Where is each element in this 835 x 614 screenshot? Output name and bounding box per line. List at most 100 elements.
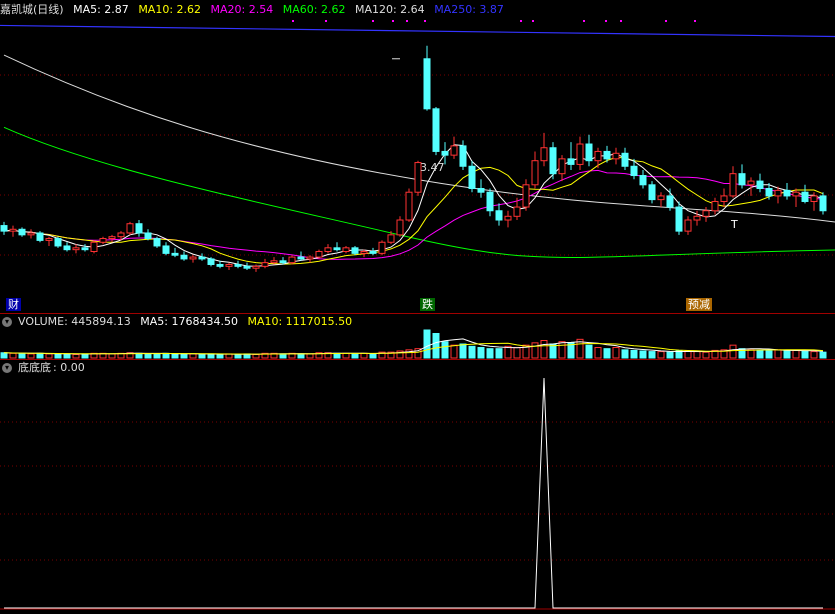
ma250-line [0, 24, 835, 38]
volume-bar [468, 345, 476, 359]
volume-bar [9, 352, 17, 359]
volume-bar [603, 348, 611, 359]
volume-bar [450, 344, 458, 359]
candle-body [711, 200, 719, 212]
volume-bar [0, 352, 8, 359]
candle-body [783, 189, 791, 197]
candle-body [90, 241, 98, 253]
ma5-label: MA5: 2.87 [73, 3, 129, 16]
candle-body [756, 180, 764, 190]
candle-body [540, 147, 548, 162]
volume-bar [648, 351, 656, 359]
volume-bar [495, 348, 503, 359]
stock-title: 嘉凯城(日线) [0, 3, 64, 16]
candle-body [684, 219, 692, 232]
candle-body [369, 251, 377, 254]
candle-body [297, 256, 305, 260]
candle-body [54, 238, 62, 247]
price-header: 嘉凯城(日线) MA5: 2.87 MA10: 2.62 MA20: 2.54 … [0, 2, 510, 18]
header-dot-marker [583, 20, 585, 22]
candle-body [252, 265, 260, 269]
volume-bar [45, 353, 53, 359]
volume-bar [54, 353, 62, 359]
collapse-icon[interactable]: ▾ [2, 316, 12, 327]
candle-body [306, 256, 314, 260]
volume-bar [594, 347, 602, 359]
candle-body [801, 191, 809, 202]
volume-bar [801, 350, 809, 359]
volume-bar [144, 353, 152, 359]
candle-body [558, 158, 566, 175]
candle-body [261, 262, 269, 267]
volume-bar [810, 351, 818, 359]
collapse-icon[interactable]: ▾ [2, 362, 12, 373]
volume-bar [639, 350, 647, 359]
candle-body [171, 252, 179, 256]
candle-body [504, 215, 512, 221]
volume-label: VOLUME: 445894.13 [18, 315, 131, 328]
header-dot-marker [325, 20, 327, 22]
high-price-label: 3.47 [420, 161, 445, 174]
candle-body [387, 234, 395, 243]
candle-body [324, 247, 332, 253]
header-dot-marker [620, 20, 622, 22]
volume-bar [756, 349, 764, 359]
header-dot-marker [372, 20, 374, 22]
volume-bar [612, 347, 620, 359]
candle-body [693, 215, 701, 221]
volume-bar [342, 352, 350, 359]
candle-body [162, 245, 170, 254]
candle-body [720, 195, 728, 202]
candle-body [792, 191, 800, 197]
header-dot-marker [532, 20, 534, 22]
volume-bar [306, 353, 314, 359]
candle-body [153, 238, 161, 247]
indicator-line [4, 377, 823, 609]
candle-body [360, 251, 368, 254]
volume-bar [432, 333, 440, 359]
candle-body [621, 152, 629, 167]
candle-body [135, 223, 143, 234]
header-dot-marker [392, 20, 394, 22]
volume-bar [198, 354, 206, 359]
volume-bar [351, 353, 359, 359]
tag-die[interactable]: 跌 [420, 298, 435, 311]
candle-body [315, 251, 323, 258]
candle-body [594, 150, 602, 162]
tag-cai[interactable]: 财 [6, 298, 21, 311]
volume-bar [666, 351, 674, 359]
candle-body [333, 247, 341, 251]
candle-body [288, 256, 296, 264]
tag-yujian[interactable]: 预减 [686, 298, 712, 311]
candle-body [774, 189, 782, 197]
ma120-label: MA120: 2.64 [354, 3, 425, 16]
volume-bar [405, 349, 413, 359]
volume-bar [333, 352, 341, 359]
volume-bar [234, 354, 242, 359]
volume-bar [783, 350, 791, 359]
ma60-label: MA60: 2.62 [282, 3, 346, 16]
candle-body [486, 191, 494, 212]
volume-bar [360, 352, 368, 359]
volume-ma5-label: MA5: 1768434.50 [140, 315, 238, 328]
candle-body [243, 265, 251, 269]
header-dot-marker [424, 20, 426, 22]
candle-body [216, 263, 224, 267]
volume-bar [531, 342, 539, 359]
candle-body [729, 173, 737, 197]
volume-bar [81, 353, 89, 359]
header-dot-marker [292, 20, 294, 22]
header-dot-marker [520, 20, 522, 22]
candle-body [810, 195, 818, 202]
candle-body [603, 150, 611, 160]
candle-body [477, 188, 485, 193]
candle-body [9, 228, 17, 232]
volume-bar [180, 353, 188, 359]
t-marker: T [731, 218, 738, 231]
volume-bar [423, 329, 431, 359]
indicator-value: : 0.00 [53, 361, 85, 374]
volume-bar [63, 353, 71, 359]
candle-body [468, 165, 476, 190]
indicator-separator [0, 359, 835, 360]
volume-bar [513, 347, 521, 359]
